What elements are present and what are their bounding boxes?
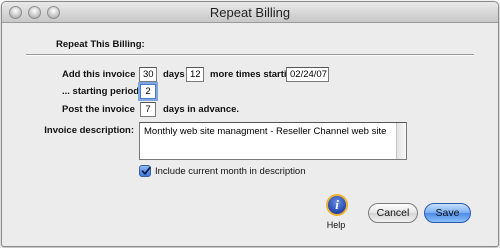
description-scrollbar[interactable] bbox=[396, 123, 406, 159]
checkmark-icon bbox=[141, 166, 151, 175]
start-date-field[interactable]: 02/24/07 bbox=[286, 67, 329, 82]
include-month-checkbox[interactable] bbox=[139, 165, 151, 177]
interval-days-field[interactable]: 30 bbox=[139, 67, 157, 82]
title-bar: Repeat Billing bbox=[2, 2, 498, 23]
window-title: Repeat Billing bbox=[209, 5, 291, 20]
help-label: Help bbox=[326, 220, 346, 230]
cancel-button[interactable]: Cancel bbox=[368, 203, 418, 223]
repeat-billing-dialog: Repeat Billing Repeat This Billing: Add … bbox=[1, 1, 499, 247]
description-label: Invoice description: bbox=[44, 125, 134, 136]
info-icon: i bbox=[326, 194, 348, 216]
description-text: Monthly web site managment - Reseller Ch… bbox=[144, 126, 387, 137]
starting-period-field[interactable]: 2 bbox=[140, 84, 156, 99]
post-invoice-label: Post the invoice bbox=[62, 104, 135, 115]
save-button[interactable]: Save bbox=[424, 203, 471, 223]
more-times-label: more times starting bbox=[210, 69, 299, 80]
help-button[interactable]: i Help bbox=[321, 194, 351, 234]
add-invoice-label: Add this invoice bbox=[62, 69, 136, 80]
include-month-label: Include current month in description bbox=[155, 166, 306, 177]
advance-days-field[interactable]: 7 bbox=[140, 102, 156, 117]
days-in-advance-label: days in advance. bbox=[163, 104, 240, 115]
description-textarea[interactable]: Monthly web site managment - Reseller Ch… bbox=[139, 122, 407, 160]
days-label: days bbox=[163, 69, 185, 80]
repeat-times-field[interactable]: 12 bbox=[186, 67, 204, 82]
starting-period-label: ... starting period: bbox=[62, 86, 143, 97]
section-label: Repeat This Billing: bbox=[56, 39, 145, 50]
section-divider bbox=[26, 54, 474, 56]
